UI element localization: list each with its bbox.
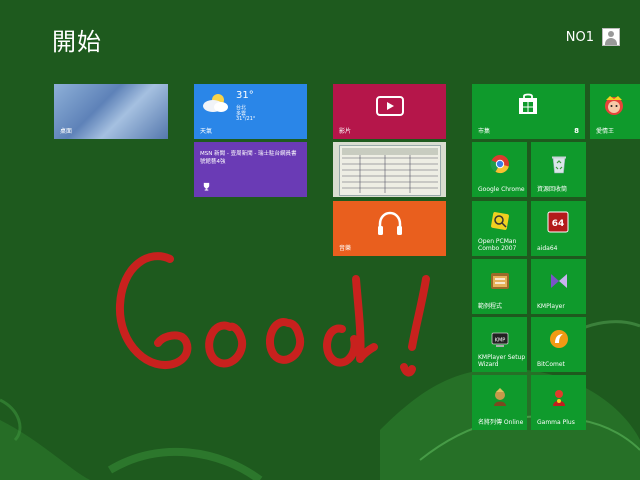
tile-label: 範例程式 <box>478 303 503 310</box>
weather-temp: 31° <box>236 90 254 101</box>
tile-label: BitComet <box>537 361 565 368</box>
tile-desktop[interactable]: 桌面 <box>54 84 168 139</box>
trophy-icon <box>203 182 210 191</box>
aida64-icon-text: 64 <box>552 219 565 229</box>
recycle-bin-icon <box>552 156 566 174</box>
headphones-icon <box>378 211 402 235</box>
tile-label: 資源回收筒 <box>537 186 568 193</box>
weather-range: 31°/21° <box>236 116 256 122</box>
tile-label: 影片 <box>339 128 352 135</box>
handwritten-good-text <box>115 252 430 377</box>
tile-gamma-plus[interactable]: Gamma Plus <box>531 375 586 430</box>
tile-label: 名將列傳 Online <box>478 419 524 426</box>
store-bag-icon <box>519 93 537 114</box>
tile-love-king[interactable]: 愛情王 <box>590 84 640 139</box>
tile-photos[interactable] <box>333 142 446 197</box>
kmplayer-icon <box>551 274 567 288</box>
user-name: NO1 <box>565 29 594 45</box>
tile-weather[interactable]: 31° 台北 多雲 31°/21° 天氣 <box>194 84 307 139</box>
pcman-icon <box>491 212 509 230</box>
video-icon <box>376 96 404 116</box>
user-avatar-icon <box>602 28 620 46</box>
tile-label: aida64 <box>537 245 558 252</box>
tile-store[interactable]: 市集 8 <box>472 84 585 139</box>
msn-headline: MSN 新聞 - 壹周新聞 - 瑞士駐台網員書號館藝4強 <box>200 151 297 165</box>
chrome-icon <box>490 155 509 174</box>
bitcomet-icon <box>550 330 568 348</box>
aida64-icon: 64 <box>547 211 569 233</box>
photo-document-image <box>339 145 441 196</box>
warrior-icon <box>494 388 506 406</box>
kmplayer-setup-icon: KMP <box>491 332 509 347</box>
tile-label: Open PCMan Combo 2007 <box>478 238 517 252</box>
gamma-plus-icon <box>553 390 565 406</box>
weather-cloud-sun-icon <box>203 94 228 112</box>
store-update-count: 8 <box>574 127 579 135</box>
page-title: 開始 <box>52 28 102 56</box>
tile-msn-news[interactable]: MSN 新聞 - 壹周新聞 - 瑞士駐台網員書號館藝4強 <box>194 142 307 197</box>
tile-game-generals[interactable]: 名將列傳 Online <box>472 375 527 430</box>
cartoon-face-icon <box>605 96 623 115</box>
app-window-icon <box>491 273 509 289</box>
tile-label: Gamma Plus <box>537 419 575 426</box>
tile-sample-programs[interactable]: 範例程式 <box>472 259 527 314</box>
tile-bitcomet[interactable]: BitComet <box>531 317 586 372</box>
tile-video[interactable]: 影片 <box>333 84 446 139</box>
user-account[interactable]: NO1 <box>566 28 620 46</box>
tile-label: KMPlayer Setup Wizard <box>478 354 526 368</box>
tile-label: KMPlayer <box>537 303 565 310</box>
tile-google-chrome[interactable]: Google Chrome <box>472 142 527 197</box>
tile-label: 桌面 <box>60 128 73 135</box>
tile-recycle-bin[interactable]: 資源回收筒 <box>531 142 586 197</box>
tile-label: 愛情王 <box>596 128 615 135</box>
tile-kmplayer-setup[interactable]: KMP KMPlayer Setup Wizard <box>472 317 527 372</box>
tile-kmplayer[interactable]: KMPlayer <box>531 259 586 314</box>
tile-label: Google Chrome <box>478 186 525 193</box>
tile-label: 天氣 <box>200 128 213 135</box>
tile-aida64[interactable]: 64 aida64 <box>531 201 586 256</box>
tile-pcman[interactable]: Open PCMan Combo 2007 <box>472 201 527 256</box>
tile-label: 市集 <box>478 128 491 135</box>
svg-text:KMP: KMP <box>495 338 506 344</box>
